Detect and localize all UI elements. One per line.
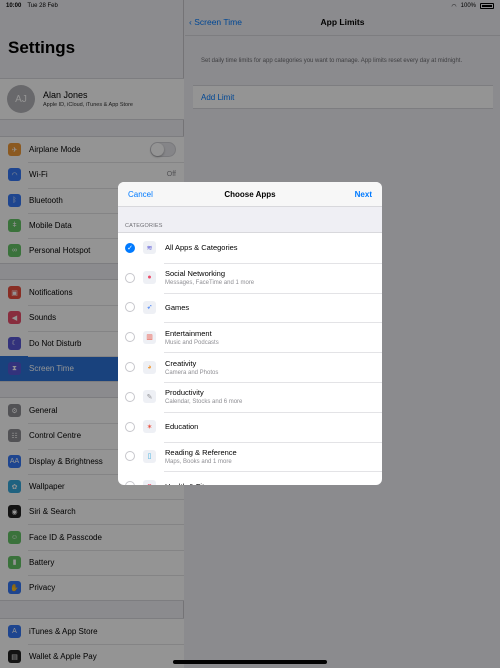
category-title: Creativity <box>165 358 197 368</box>
category-row[interactable]: ♥ Health & Fitness <box>118 471 382 485</box>
popcorn-icon: ▥ <box>143 330 156 344</box>
category-text: Creativity Camera and Photos <box>165 359 218 376</box>
category-row[interactable]: ▥ Entertainment Music and Podcasts <box>118 322 382 352</box>
palette-icon: ◕ <box>143 360 156 374</box>
choose-apps-sheet: Cancel Choose Apps Next CATEGORIES ✓ ≋ All… <box>118 182 382 485</box>
category-subtitle: Maps, Books and 1 more <box>165 458 232 465</box>
category-text: Games <box>165 303 189 312</box>
category-subtitle: Messages, FaceTime and 1 more <box>165 280 255 287</box>
category-title: Reading & Reference <box>165 447 237 457</box>
pencil-icon: ✎ <box>143 390 156 404</box>
modal-title: Choose Apps <box>224 190 276 199</box>
radio-circle[interactable] <box>125 481 135 485</box>
radio-circle[interactable] <box>125 302 135 313</box>
next-button[interactable]: Next <box>355 190 372 199</box>
category-title: Productivity <box>165 388 204 398</box>
radio-circle[interactable] <box>125 362 135 373</box>
category-text: Reading & Reference Maps, Books and 1 mor… <box>165 448 237 465</box>
category-title: Health & Fitness <box>165 482 220 485</box>
category-row[interactable]: ✓ ≋ All Apps & Categories <box>118 233 382 263</box>
rocket-icon: ➶ <box>143 300 156 314</box>
category-title: Social Networking <box>165 269 226 279</box>
category-title: All Apps & Categories <box>165 243 238 253</box>
category-text: Productivity Calendar, Stocks and 6 more <box>165 388 242 405</box>
category-row[interactable]: ➶ Games <box>118 292 382 323</box>
layers-icon: ≋ <box>143 241 156 255</box>
category-row[interactable]: ✶ Education <box>118 411 382 442</box>
categories-header: CATEGORIES <box>118 207 382 233</box>
category-row[interactable]: ▯ Reading & Reference Maps, Books and 1 mo… <box>118 441 382 472</box>
category-text: All Apps & Categories <box>165 243 238 252</box>
category-title: Entertainment <box>165 328 212 338</box>
category-row[interactable]: ● Social Networking Messages, FaceTime and… <box>118 262 382 293</box>
radio-circle[interactable] <box>125 391 135 402</box>
category-text: Education <box>165 422 198 431</box>
category-title: Education <box>165 422 199 432</box>
home-indicator[interactable] <box>173 660 327 664</box>
category-title: Games <box>165 302 190 312</box>
category-text: Health & Fitness <box>165 482 220 485</box>
radio-circle[interactable] <box>125 332 135 343</box>
category-subtitle: Camera and Photos <box>165 369 219 376</box>
radio-circle[interactable] <box>125 272 135 283</box>
globe-icon: ✶ <box>143 420 156 434</box>
category-subtitle: Music and Podcasts <box>165 339 219 346</box>
book-icon: ▯ <box>143 449 156 463</box>
checkmark-icon[interactable]: ✓ <box>125 242 135 253</box>
category-list: ✓ ≋ All Apps & Categories ● Social Networkin… <box>118 233 382 485</box>
category-row[interactable]: ✎ Productivity Calendar, Stocks and 6 more <box>118 381 382 412</box>
heart-icon: ♥ <box>143 479 156 485</box>
chat-bubble-icon: ● <box>143 271 156 285</box>
radio-circle[interactable] <box>125 421 135 432</box>
category-text: Social Networking Messages, FaceTime and … <box>165 269 254 286</box>
modal-header: Cancel Choose Apps Next <box>118 182 382 207</box>
category-subtitle: Calendar, Stocks and 6 more <box>165 399 243 406</box>
radio-circle[interactable] <box>125 451 135 462</box>
category-row[interactable]: ◕ Creativity Camera and Photos <box>118 352 382 382</box>
category-text: Entertainment Music and Podcasts <box>165 329 219 346</box>
